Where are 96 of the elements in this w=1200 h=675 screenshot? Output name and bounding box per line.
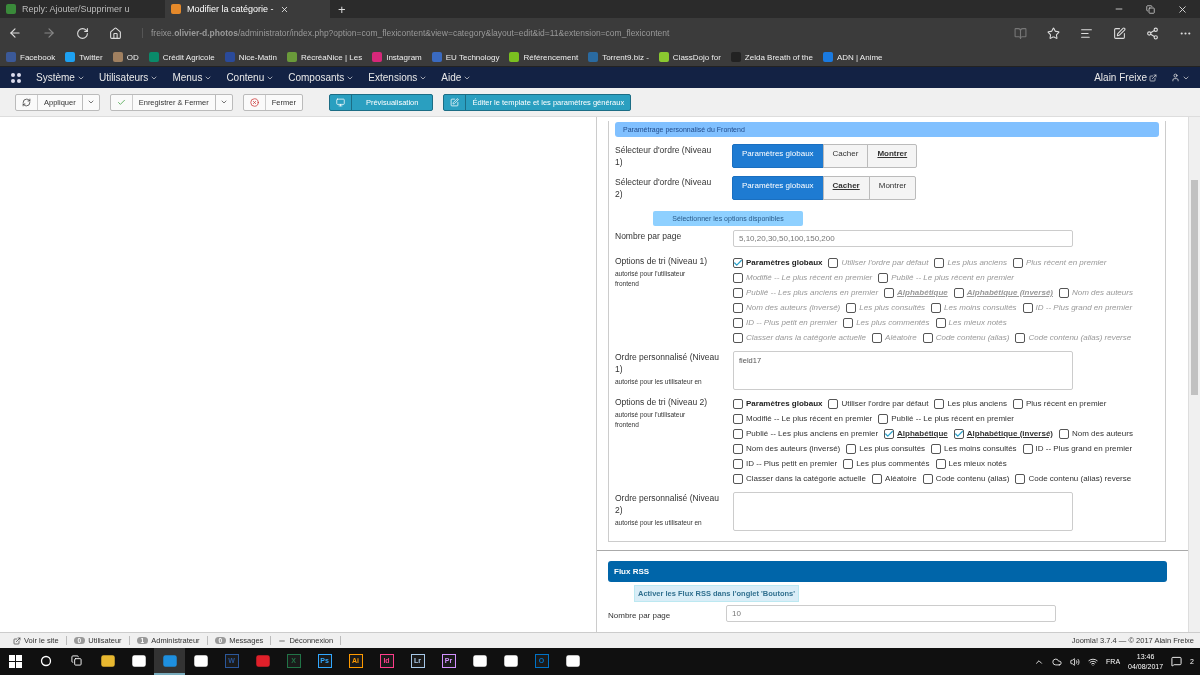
bookmark-link[interactable]: Torrent9.biz - — [588, 52, 649, 62]
sort-option-checkbox[interactable]: Les plus anciens — [934, 398, 1007, 409]
back-icon[interactable] — [8, 26, 22, 40]
close-tab-icon[interactable] — [279, 4, 289, 14]
segment-button[interactable]: Paramètres globaux — [732, 144, 824, 168]
segment-button[interactable]: Montrer — [867, 144, 918, 168]
check-icon — [116, 97, 126, 107]
segment-button[interactable]: Cacher — [822, 144, 869, 168]
sort-option-checkbox[interactable]: Les plus commentés — [843, 458, 930, 469]
sort-option-checkbox[interactable]: Nom des auteurs (inversé) — [733, 443, 841, 454]
notification-icon[interactable] — [1171, 656, 1183, 667]
sort-option-checkbox[interactable]: Aléatoire — [872, 473, 917, 484]
volume-icon[interactable] — [1070, 656, 1081, 667]
sort-option-checkbox[interactable]: Publié -- Le plus récent en premier — [878, 413, 1014, 424]
menu-item[interactable]: Utilisateurs — [98, 72, 159, 83]
close-icon — [249, 97, 259, 107]
new-tab-button[interactable]: + — [330, 0, 354, 18]
share-icon[interactable] — [1146, 26, 1159, 40]
field-label: Options de tri (Niveau 2) — [615, 396, 709, 408]
monitor-icon — [335, 97, 345, 107]
browser-tab[interactable]: Modifier la catégorie - — [165, 0, 330, 18]
sort-option-checkbox[interactable]: Code contenu (alias) reverse — [1015, 473, 1132, 484]
note-icon[interactable] — [1113, 26, 1126, 40]
sort-option-checkbox[interactable]: Publié -- Les plus anciens en premier — [733, 428, 879, 439]
hub-icon[interactable] — [1080, 26, 1093, 40]
task-view-icon — [71, 655, 82, 666]
network-icon[interactable] — [1088, 656, 1099, 667]
bookmark-link[interactable]: ClassDojo for — [658, 52, 721, 62]
refresh-icon — [22, 97, 31, 107]
menu-item[interactable]: Aide — [441, 72, 472, 83]
checkmark-icon — [953, 428, 964, 439]
textarea-field[interactable] — [733, 492, 1073, 531]
sort-option-checkbox[interactable]: Alphabétique — [884, 428, 948, 439]
joomla-logo-icon — [10, 71, 22, 84]
bookmark-link[interactable]: Nice-Matin — [224, 52, 277, 62]
text-field[interactable]: 10 — [726, 605, 1056, 622]
menu-item[interactable]: Extensions — [368, 72, 428, 83]
checkmark-icon — [884, 428, 895, 439]
sort-option-checkbox[interactable]: Modifié -- Le plus récent en premier — [733, 413, 873, 424]
external-link-icon — [13, 636, 21, 645]
field-label: Ordre personnalisé (Niveau 2) — [615, 492, 720, 516]
field-label: Sélecteur d'ordre (Niveau 2) — [615, 176, 713, 200]
sort-option-checkbox[interactable]: Plus récent en premier — [1013, 398, 1107, 409]
cloud-icon[interactable] — [1052, 656, 1063, 667]
refresh-icon[interactable] — [76, 26, 89, 40]
sort-option-checkbox[interactable]: Utiliser l'ordre par défaut — [828, 398, 929, 409]
menu-item[interactable]: Contenu — [226, 72, 275, 83]
section-header: Flux RSS — [608, 561, 1167, 582]
field-label: Nombre par page — [615, 230, 683, 242]
sort-option-checkbox[interactable]: Paramètres globaux — [733, 257, 823, 268]
sort-option-checkbox[interactable]: Nom des auteurs — [1059, 428, 1133, 439]
bookmark-link[interactable]: Référencement — [509, 52, 579, 62]
segment-button[interactable]: Montrer — [868, 176, 917, 200]
menu-item[interactable]: Menus — [172, 72, 213, 83]
field-label: Options de tri (Niveau 1) — [615, 255, 709, 267]
home-icon[interactable] — [109, 26, 122, 40]
bookmark-link[interactable]: Instagram — [372, 52, 422, 62]
sort-option-checkbox[interactable]: Les mieux notés — [935, 458, 1007, 469]
bookmark-link[interactable]: EU Technology — [431, 52, 500, 62]
field-label: Sélecteur d'ordre (Niveau 1) — [615, 144, 713, 168]
sort-option-checkbox[interactable]: Les moins consultés — [931, 443, 1017, 454]
menu-item[interactable]: Système — [36, 72, 85, 83]
user-icon — [1171, 73, 1180, 82]
field-label: Ordre personnalisé (Niveau 1) — [615, 351, 720, 375]
sort-option-checkbox[interactable]: Alphabétique (inversé) — [953, 428, 1053, 439]
caret-icon — [86, 98, 95, 106]
bookmark-link[interactable]: Twitter — [65, 52, 103, 62]
sort-option-checkbox[interactable]: Paramètres globaux — [733, 398, 823, 409]
star-icon[interactable] — [1047, 26, 1060, 40]
forward-icon[interactable] — [42, 26, 56, 40]
sort-option-checkbox[interactable]: ID -- Plus grand en premier — [1022, 443, 1133, 454]
menu-item[interactable]: Composants — [288, 72, 355, 83]
segment-button[interactable]: Cacher — [822, 176, 870, 200]
bookmark-link[interactable]: Facebook — [6, 52, 56, 62]
user-menu-button[interactable] — [1171, 73, 1190, 82]
scrollbar[interactable] — [1188, 117, 1200, 632]
sort-option-checkbox[interactable]: Classer dans la catégorie actuelle — [733, 473, 867, 484]
caret-icon — [219, 98, 228, 106]
sort-option-checkbox[interactable]: Les plus consultés — [846, 443, 926, 454]
external-link-icon — [1149, 73, 1157, 82]
sort-option-checkbox[interactable]: ID -- Plus petit en premier — [733, 458, 838, 469]
bookmark-link[interactable]: ADN | Anime — [822, 52, 883, 62]
bookmark-link[interactable]: RécréaNice | Les — [286, 52, 363, 62]
sort-option-checkbox[interactable]: Code contenu (alias) — [922, 473, 1010, 484]
edit-icon — [450, 97, 460, 107]
segment-button[interactable]: Paramètres globaux — [732, 176, 824, 200]
reading-view-icon[interactable] — [1014, 26, 1027, 40]
checkmark-icon — [733, 257, 743, 268]
bookmark-link[interactable]: Crédit Agricole — [148, 52, 215, 62]
text-field[interactable]: 5,10,20,30,50,100,150,200 — [733, 230, 1073, 247]
bookmark-link[interactable]: Zelda Breath of the — [730, 52, 813, 62]
restore-icon[interactable] — [1146, 4, 1155, 14]
field-label: Nombre par page — [608, 610, 672, 622]
close-icon[interactable] — [1177, 3, 1188, 15]
user-link[interactable]: Alain Freixe — [1094, 72, 1157, 83]
bookmark-link[interactable]: OD — [112, 52, 139, 62]
